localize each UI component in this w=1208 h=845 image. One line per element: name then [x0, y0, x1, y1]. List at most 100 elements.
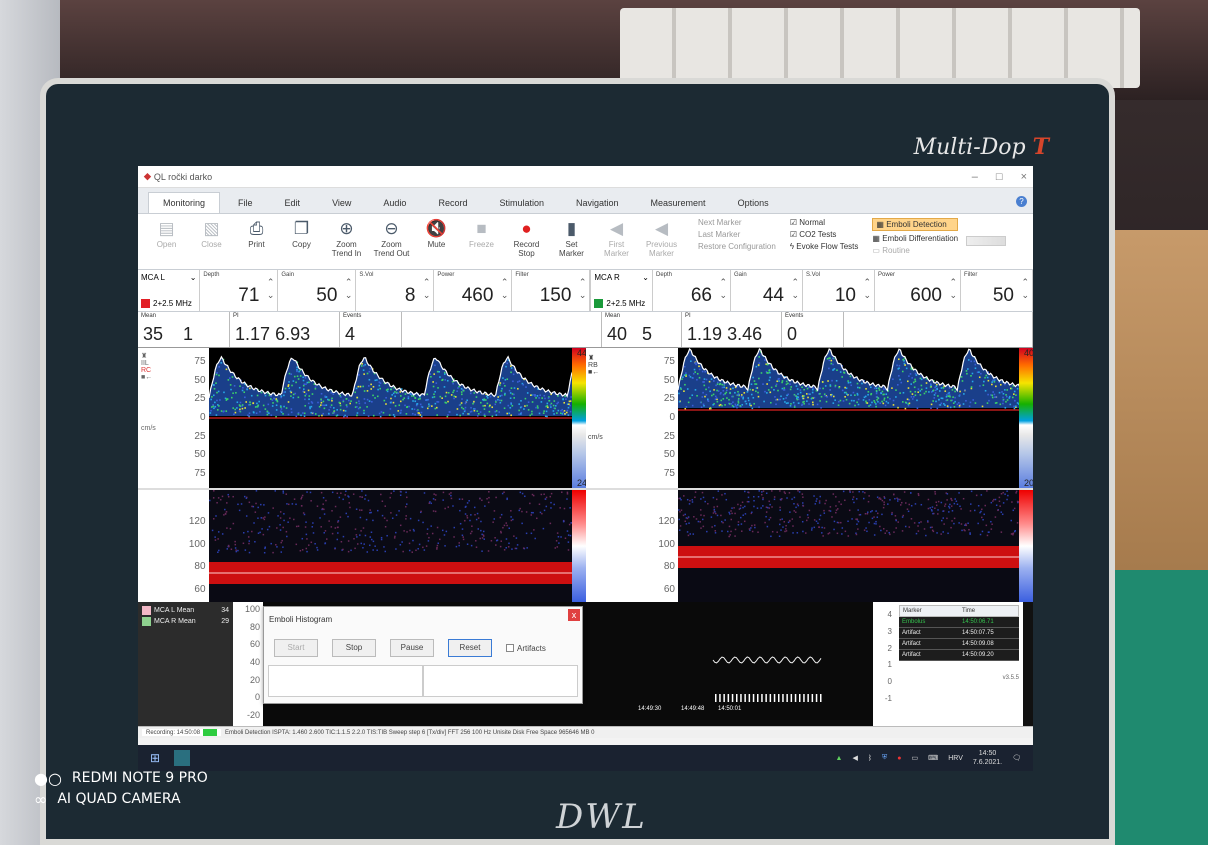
- co2-tests-button[interactable]: ☑ CO2 Tests: [790, 230, 859, 239]
- tab-stimulation[interactable]: Stimulation: [485, 193, 558, 213]
- spectrum-speckle: [1002, 397, 1004, 399]
- left-gain-control[interactable]: Gain 50 ⌃ ⌄: [278, 270, 356, 311]
- keyboard-icon[interactable]: ⌨: [928, 754, 938, 762]
- mmode-speckle: [689, 500, 691, 502]
- left-spectrum-pane[interactable]: [209, 348, 573, 488]
- tab-record[interactable]: Record: [424, 193, 481, 213]
- close-icon[interactable]: x: [568, 609, 580, 621]
- artifacts-checkbox[interactable]: Artifacts: [506, 644, 546, 653]
- normal-mode-button[interactable]: ☑ Normal: [790, 218, 859, 227]
- tab-view[interactable]: View: [318, 193, 365, 213]
- mmode-speckle: [877, 516, 879, 518]
- record-button[interactable]: ● Record Stop: [504, 218, 549, 258]
- taskbar-clock[interactable]: 14:50 7.6.2021.: [973, 749, 1002, 767]
- print-button[interactable]: ⎙ Print: [234, 218, 279, 258]
- shield-icon[interactable]: ⛨: [882, 754, 887, 762]
- right-channel-selector[interactable]: MCA R ⌄ 2+2.5 MHz: [590, 270, 653, 311]
- help-icon[interactable]: ?: [1016, 196, 1027, 207]
- table-row[interactable]: Artifact 14:50:07.75: [899, 628, 1019, 639]
- table-row[interactable]: Artifact 14:50:09.08: [899, 639, 1019, 650]
- routine-button[interactable]: ▭ Routine: [872, 246, 958, 255]
- spinner-icon[interactable]: ⌃ ⌄: [791, 276, 799, 302]
- notification-icon[interactable]: 🗨: [1012, 754, 1021, 762]
- antivirus-icon[interactable]: ●: [897, 755, 901, 762]
- open-button[interactable]: ▤ Open: [144, 218, 189, 258]
- table-row[interactable]: Embolus 14:50:06.71: [899, 617, 1019, 628]
- tab-file[interactable]: File: [224, 193, 267, 213]
- network-icon[interactable]: ▲: [836, 755, 843, 762]
- spectrum-speckle: [459, 415, 461, 417]
- spinner-icon[interactable]: ⌃ ⌄: [949, 276, 957, 302]
- table-row[interactable]: Artifact 14:50:09.20: [899, 650, 1019, 661]
- spectrum-speckle: [706, 394, 708, 396]
- tab-options[interactable]: Options: [724, 193, 783, 213]
- right-gain-control[interactable]: Gain 44 ⌃ ⌄: [731, 270, 803, 311]
- copy-button[interactable]: ❐ Copy: [279, 218, 324, 258]
- marker-button[interactable]: ▮ Set Marker: [549, 218, 594, 258]
- right-spectrum-pane[interactable]: [678, 348, 1019, 488]
- right-power-control[interactable]: Power 600 ⌃ ⌄: [875, 270, 961, 311]
- mute-button[interactable]: 🔇 Mute: [414, 218, 459, 258]
- close-window-button[interactable]: ×: [1021, 171, 1027, 183]
- ribbon-slider[interactable]: [966, 236, 1006, 246]
- tab-navigation[interactable]: Navigation: [562, 193, 633, 213]
- left-mmode-pane[interactable]: [209, 490, 573, 602]
- taskbar-app-icon[interactable]: [174, 750, 190, 766]
- spinner-icon[interactable]: ⌃ ⌄: [423, 276, 431, 302]
- spinner-icon[interactable]: ⌃ ⌄: [863, 276, 871, 302]
- spectrum-speckle: [906, 368, 908, 370]
- tab-edit[interactable]: Edit: [271, 193, 315, 213]
- previous-marker-button[interactable]: ◀ Previous Marker: [639, 218, 684, 258]
- volume-icon[interactable]: ◀: [852, 754, 857, 762]
- left-power-control[interactable]: Power 460 ⌃ ⌄: [434, 270, 512, 311]
- spectrum-speckle: [756, 366, 758, 368]
- mmode-speckle: [234, 544, 236, 546]
- spinner-icon[interactable]: ⌃ ⌄: [267, 276, 275, 302]
- chat-icon[interactable]: ▭: [912, 754, 919, 762]
- reset-button[interactable]: Reset: [448, 639, 492, 657]
- zoom-out-button[interactable]: ⊖ Zoom Trend Out: [369, 218, 414, 258]
- right-filter-control[interactable]: Filter 50 ⌃ ⌄: [961, 270, 1033, 311]
- right-mmode-pane[interactable]: [678, 490, 1019, 602]
- spinner-icon[interactable]: ⌃ ⌄: [719, 276, 727, 302]
- evoke-flow-tests-button[interactable]: ϟ Evoke Flow Tests: [790, 242, 859, 251]
- spinner-icon[interactable]: ⌃ ⌄: [1021, 276, 1029, 302]
- start-button[interactable]: Start: [274, 639, 318, 657]
- start-menu-icon[interactable]: ⊞: [150, 751, 160, 765]
- pause-button[interactable]: Pause: [390, 639, 434, 657]
- bluetooth-icon[interactable]: ᛒ: [868, 755, 872, 762]
- spinner-icon[interactable]: ⌃ ⌄: [501, 276, 509, 302]
- event-tick: [723, 694, 725, 702]
- first-marker-button[interactable]: ◀ First Marker: [594, 218, 639, 258]
- tab-audio[interactable]: Audio: [369, 193, 420, 213]
- left-filter-control[interactable]: Filter 150 ⌃ ⌄: [512, 270, 590, 311]
- tab-monitoring[interactable]: Monitoring: [148, 192, 220, 213]
- emboli-differentiation-button[interactable]: ▦ Emboli Differentiation: [872, 234, 958, 243]
- spectrum-speckle: [701, 406, 703, 408]
- spinner-icon[interactable]: ⌃ ⌄: [579, 276, 587, 302]
- mmode-speckle: [380, 539, 382, 541]
- stop-button[interactable]: Stop: [332, 639, 376, 657]
- spinner-icon[interactable]: ⌃ ⌄: [345, 276, 353, 302]
- restore-configuration-button[interactable]: Restore Configuration: [698, 242, 776, 251]
- freeze-button[interactable]: ■ Freeze: [459, 218, 504, 258]
- left-svol-control[interactable]: S.Vol 8 ⌃ ⌄: [356, 270, 434, 311]
- last-marker-button[interactable]: Last Marker: [698, 230, 776, 239]
- minimize-button[interactable]: –: [972, 171, 978, 183]
- mmode-speckle: [918, 493, 920, 495]
- close-doc-button[interactable]: ▧ Close: [189, 218, 234, 258]
- maximize-button[interactable]: □: [996, 171, 1003, 183]
- left-depth-control[interactable]: Depth 71 ⌃ ⌄: [200, 270, 278, 311]
- mmode-speckle: [282, 491, 284, 493]
- zoom-in-button[interactable]: ⊕ Zoom Trend In: [324, 218, 369, 258]
- right-depth-control[interactable]: Depth 66 ⌃ ⌄: [653, 270, 731, 311]
- left-channel-selector[interactable]: MCA L ⌄ 2+2.5 MHz: [138, 270, 200, 311]
- language-indicator[interactable]: HRV: [948, 755, 963, 762]
- right-svol-control[interactable]: S.Vol 10 ⌃ ⌄: [803, 270, 875, 311]
- next-marker-button[interactable]: Next Marker: [698, 218, 776, 227]
- spectrum-speckle: [935, 401, 937, 403]
- tab-measurement[interactable]: Measurement: [637, 193, 720, 213]
- mmode-speckle: [453, 536, 455, 538]
- emboli-detection-button[interactable]: ▦ Emboli Detection: [872, 218, 958, 231]
- mmode-speckle: [714, 509, 716, 511]
